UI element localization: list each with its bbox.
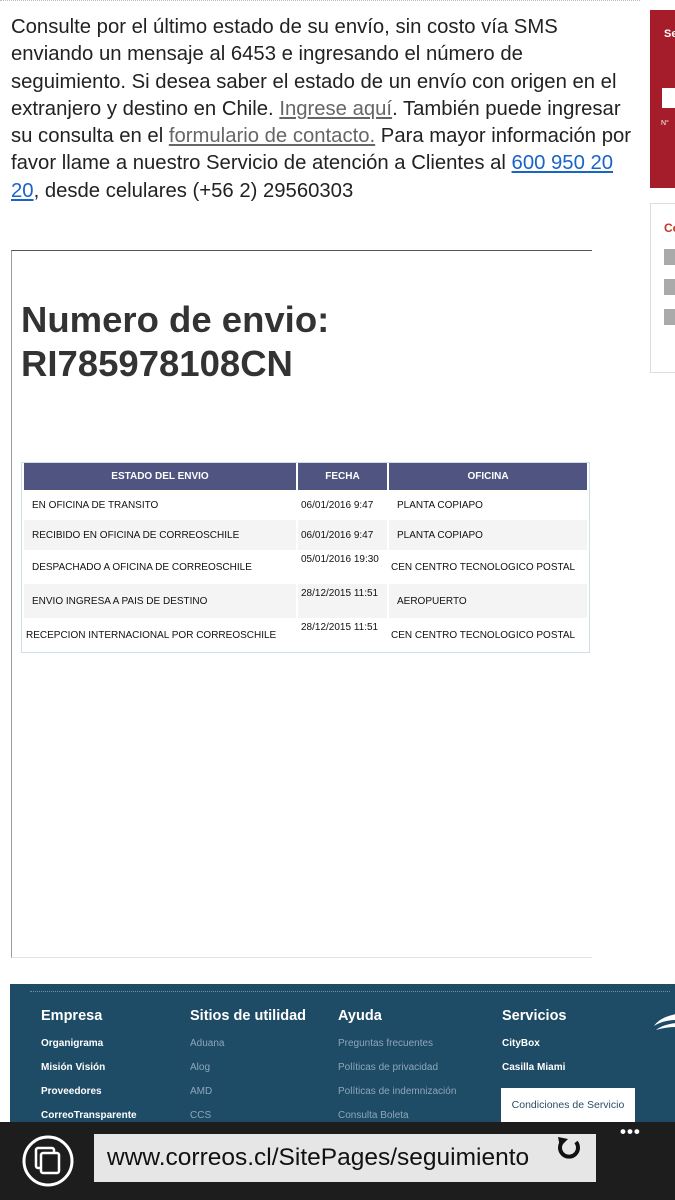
cell-fecha: 28/12/2015 11:51 xyxy=(298,584,387,618)
footer-column-servicios: Servicios CityBox Casilla Miami xyxy=(502,1008,567,1080)
footer-link-mision-vision[interactable]: Misión Visión xyxy=(41,1056,137,1080)
tracking-number: RI785978108CN xyxy=(21,343,293,384)
tracking-status-table: ESTADO DEL ENVIO FECHA OFICINA EN OFICIN… xyxy=(21,462,590,653)
column-header-estado: ESTADO DEL ENVIO xyxy=(24,463,296,490)
cell-fecha: 05/01/2016 19:30 xyxy=(301,554,379,565)
address-bar[interactable]: www.correos.cl/SitePages/seguimiento xyxy=(94,1134,596,1182)
cell-estado: ENVIO INGRESA A PAIS DE DESTINO xyxy=(24,584,296,618)
address-bar-url: www.correos.cl/SitePages/seguimiento xyxy=(107,1144,530,1171)
footer-link-indemnizacion[interactable]: Políticas de indemnización xyxy=(338,1080,456,1104)
table-row: EN OFICINA DE TRANSITO 06/01/2016 9:47 P… xyxy=(24,490,587,520)
tabs-icon[interactable] xyxy=(21,1134,75,1188)
table-row: ENVIO INGRESA A PAIS DE DESTINO 28/12/20… xyxy=(24,584,587,618)
footer-link-consulta-boleta[interactable]: Consulta Boleta xyxy=(338,1104,456,1122)
top-dotted-divider xyxy=(0,0,640,2)
table-row: RECEPCION INTERNACIONAL POR CORREOSCHILE… xyxy=(24,618,587,652)
cell-estado: RECIBIDO EN OFICINA DE CORREOSCHILE xyxy=(24,520,296,550)
more-options-icon[interactable]: ••• xyxy=(620,1122,641,1142)
cell-estado: EN OFICINA DE TRANSITO xyxy=(32,499,159,511)
sidebar-search-box: Se N° xyxy=(650,10,675,188)
intro-text-4: , desde celulares (+56 2) 29560303 xyxy=(33,179,354,202)
column-header-oficina: OFICINA xyxy=(389,463,587,490)
correos-logo-icon xyxy=(654,1014,675,1030)
intro-paragraph: Consulte por el último estado de su enví… xyxy=(11,14,633,205)
footer-dotted-divider xyxy=(30,991,670,992)
column-header-fecha: FECHA xyxy=(298,463,387,490)
browser-toolbar: www.correos.cl/SitePages/seguimiento ••• xyxy=(0,1122,675,1200)
sidebar-field-label: N° xyxy=(661,120,669,127)
international-tracking-link[interactable]: Ingrese aquí xyxy=(279,98,392,120)
table-row: DESPACHADO A OFICINA DE CORREOSCHILE 05/… xyxy=(24,550,587,584)
site-footer: Empresa Organigrama Misión Visión Provee… xyxy=(10,984,675,1122)
footer-link-citybox[interactable]: CityBox xyxy=(502,1032,567,1056)
footer-column-empresa: Empresa Organigrama Misión Visión Provee… xyxy=(41,1008,137,1122)
footer-heading-empresa: Empresa xyxy=(41,1008,103,1024)
cell-oficina: AEROPUERTO xyxy=(389,584,587,618)
footer-link-proveedores[interactable]: Proveedores xyxy=(41,1080,137,1104)
conditions-of-service-button[interactable]: Condiciones de Servicio xyxy=(501,1088,635,1122)
footer-link-ccs[interactable]: CCS xyxy=(190,1104,306,1122)
footer-heading-ayuda: Ayuda xyxy=(338,1008,382,1024)
sidebar-secondary-title: Co xyxy=(664,221,675,235)
contact-form-link[interactable]: formulario de contacto. xyxy=(169,125,375,147)
cell-oficina: CEN CENTRO TECNOLOGICO POSTAL xyxy=(391,629,576,641)
footer-column-ayuda: Ayuda Preguntas frecuentes Políticas de … xyxy=(338,1008,456,1122)
footer-link-organigrama[interactable]: Organigrama xyxy=(41,1032,137,1056)
sidebar-search-title: Se xyxy=(664,28,675,40)
cell-oficina: PLANTA COPIAPO xyxy=(397,499,483,511)
footer-link-aduana[interactable]: Aduana xyxy=(190,1032,306,1056)
cell-oficina: PLANTA COPIAPO xyxy=(389,520,587,550)
tracking-number-heading: Numero de envio: RI785978108CN xyxy=(21,298,329,386)
footer-link-correo-transparente[interactable]: CorreoTransparente xyxy=(41,1104,137,1122)
tracking-heading-label: Numero de envio: xyxy=(21,299,330,340)
table-row: RECIBIDO EN OFICINA DE CORREOSCHILE 06/0… xyxy=(24,520,587,550)
cell-estado: DESPACHADO A OFICINA DE CORREOSCHILE xyxy=(32,561,252,573)
cell-fecha: 06/01/2016 9:47 xyxy=(298,520,387,550)
sidebar-button[interactable] xyxy=(664,279,675,295)
sidebar-tracking-input[interactable] xyxy=(662,88,675,108)
sidebar-button[interactable] xyxy=(664,309,675,325)
footer-link-alog[interactable]: Alog xyxy=(190,1056,306,1080)
sidebar-button[interactable] xyxy=(664,249,675,265)
cell-oficina: CEN CENTRO TECNOLOGICO POSTAL xyxy=(391,561,576,573)
footer-link-amd[interactable]: AMD xyxy=(190,1080,306,1104)
footer-heading-servicios: Servicios xyxy=(502,1008,567,1024)
footer-heading-sitios: Sitios de utilidad xyxy=(190,1008,307,1024)
cell-fecha: 28/12/2015 11:51 xyxy=(301,622,379,633)
footer-column-sitios: Sitios de utilidad Aduana Alog AMD CCS xyxy=(190,1008,306,1122)
refresh-icon[interactable] xyxy=(554,1133,584,1163)
footer-link-casilla-miami[interactable]: Casilla Miami xyxy=(502,1056,567,1080)
sidebar-secondary-box: Co xyxy=(650,203,675,373)
footer-link-privacidad[interactable]: Políticas de privacidad xyxy=(338,1056,456,1080)
footer-link-preguntas[interactable]: Preguntas frecuentes xyxy=(338,1032,456,1056)
cell-fecha: 06/01/2016 9:47 xyxy=(301,499,374,511)
cell-estado: RECEPCION INTERNACIONAL POR CORREOSCHILE xyxy=(26,629,277,641)
